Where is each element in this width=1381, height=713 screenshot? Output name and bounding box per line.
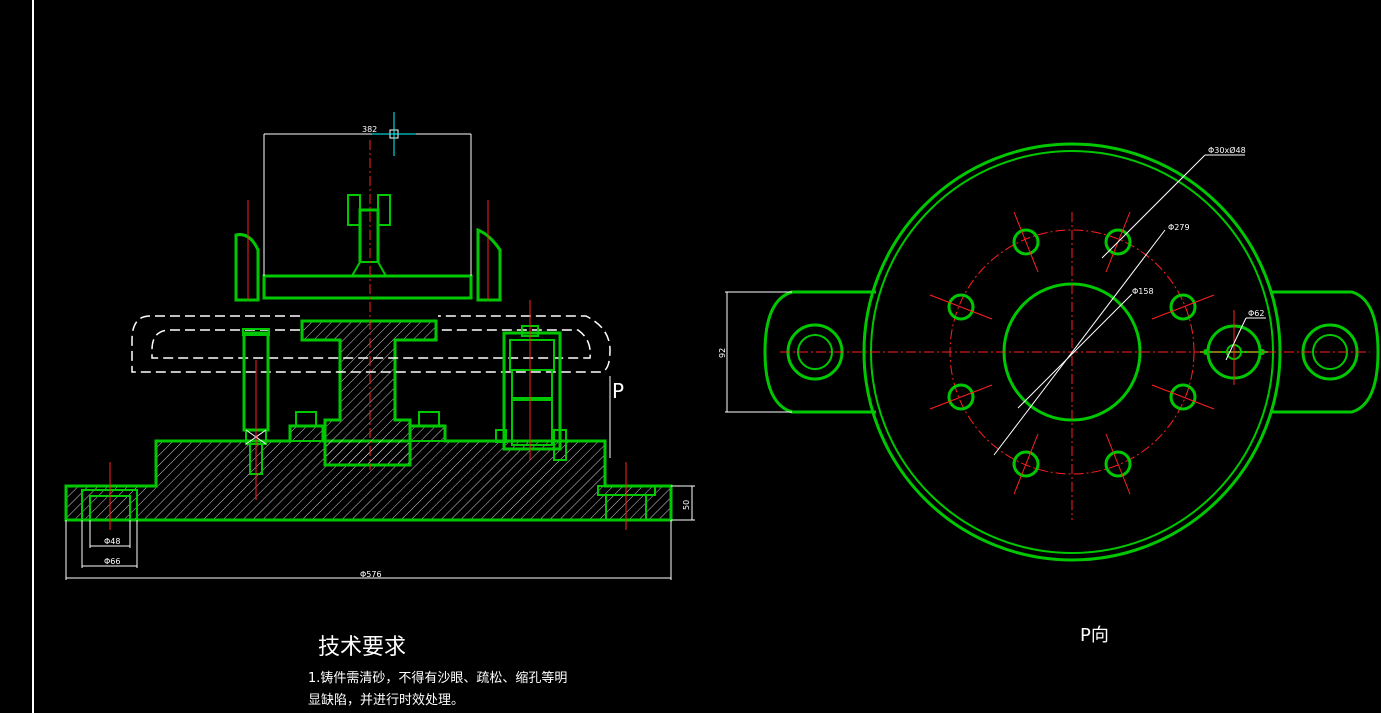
section-view: 382 Φ576 Φ48 Φ66 50 P [64, 112, 695, 580]
dim-bolt-circle: Φ30xØ48 [1208, 145, 1246, 155]
plan-view: Φ30xØ48 Φ279 Φ158 Φ62 92 [718, 142, 1380, 562]
cad-drawing-canvas: 382 Φ576 Φ48 Φ66 50 P Φ30xØ48 Φ279 Φ158 … [32, 0, 1380, 713]
workpiece [262, 274, 473, 300]
dim-d48: Φ48 [104, 537, 120, 546]
view-arrow-label: P [612, 379, 624, 403]
tech-requirements-title: 技术要求 [318, 635, 406, 660]
dim-left-height: 92 [718, 348, 727, 358]
view-title: P向 [1080, 625, 1109, 646]
dim-d66: Φ66 [104, 557, 120, 566]
dim-base-dia: Φ576 [360, 570, 382, 579]
dim-pcd: Φ279 [1168, 223, 1190, 232]
dim-hole: Φ62 [1248, 309, 1264, 318]
dim-base-h: 50 [682, 500, 691, 510]
tech-requirement-line-1: 1.铸件需清砂，不得有沙眼、疏松、缩孔等明 [308, 670, 567, 686]
tech-requirement-line-2: 显缺陷，并进行时效处理。 [308, 693, 464, 708]
dim-hub: Φ158 [1132, 287, 1154, 296]
dim-top-width: 382 [362, 125, 377, 134]
